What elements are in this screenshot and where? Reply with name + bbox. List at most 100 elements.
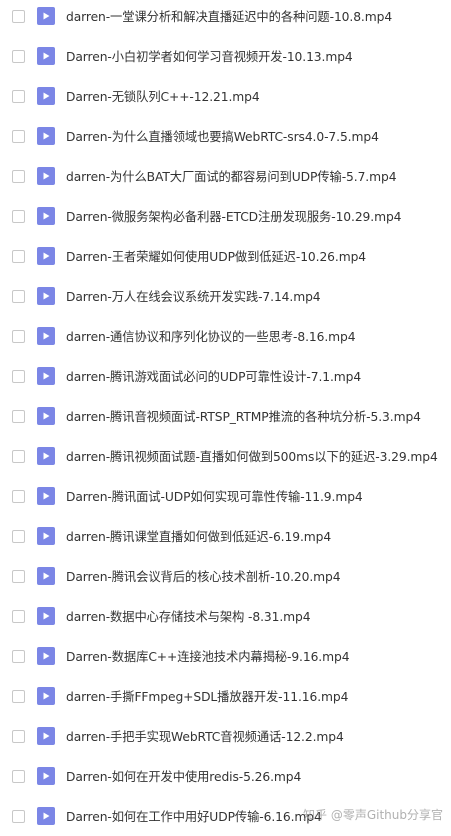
row-checkbox[interactable] <box>12 529 25 543</box>
file-row-4[interactable]: Darren-为什么直播领域也要搞WebRTC-srs4.0-7.5.mp4 <box>0 116 451 156</box>
file-name[interactable]: darren-腾讯视频面试题-直播如何做到500ms以下的延迟-3.29.mp4 <box>66 447 447 465</box>
play-triangle-icon <box>43 532 50 540</box>
play-triangle-icon <box>43 412 50 420</box>
video-file-icon <box>37 727 55 745</box>
file-name[interactable]: Darren-微服务架构必备利器-ETCD注册发现服务-10.29.mp4 <box>66 207 447 225</box>
file-name[interactable]: Darren-小白初学者如何学习音视频开发-10.13.mp4 <box>66 47 447 65</box>
row-checkbox[interactable] <box>12 569 25 583</box>
video-file-icon <box>37 807 55 825</box>
video-file-icon <box>37 127 55 145</box>
play-triangle-icon <box>43 172 50 180</box>
file-name[interactable]: Darren-王者荣耀如何使用UDP做到低延迟-10.26.mp4 <box>66 247 447 265</box>
file-name[interactable]: Darren-万人在线会议系统开发实践-7.14.mp4 <box>66 287 447 305</box>
file-name[interactable]: Darren-数据库C++连接池技术内幕揭秘-9.16.mp4 <box>66 647 447 665</box>
video-file-icon <box>37 447 55 465</box>
file-row-5[interactable]: darren-为什么BAT大厂面试的都容易问到UDP传输-5.7.mp4 <box>0 156 451 196</box>
file-row-12[interactable]: darren-腾讯视频面试题-直播如何做到500ms以下的延迟-3.29.mp4 <box>0 436 451 476</box>
file-name[interactable]: darren-数据中心存储技术与架构 -8.31.mp4 <box>66 607 447 625</box>
play-triangle-icon <box>43 732 50 740</box>
video-file-icon <box>37 687 55 705</box>
file-name[interactable]: darren-手撕FFmpeg+SDL播放器开发-11.16.mp4 <box>66 687 447 705</box>
row-checkbox[interactable] <box>12 369 25 383</box>
row-checkbox[interactable] <box>12 49 25 63</box>
file-name[interactable]: darren-手把手实现WebRTC音视频通话-12.2.mp4 <box>66 727 447 745</box>
video-file-icon <box>37 87 55 105</box>
file-row-2[interactable]: Darren-小白初学者如何学习音视频开发-10.13.mp4 <box>0 36 451 76</box>
row-checkbox[interactable] <box>12 609 25 623</box>
file-row-15[interactable]: Darren-腾讯会议背后的核心技术剖析-10.20.mp4 <box>0 556 451 596</box>
file-list: darren-一堂课分析和解决直播延迟中的各种问题-10.8.mp4 Darre… <box>0 0 451 836</box>
play-triangle-icon <box>43 292 50 300</box>
row-checkbox[interactable] <box>12 689 25 703</box>
video-file-icon <box>37 607 55 625</box>
video-file-icon <box>37 767 55 785</box>
play-triangle-icon <box>43 772 50 780</box>
file-name[interactable]: Darren-腾讯会议背后的核心技术剖析-10.20.mp4 <box>66 567 447 585</box>
play-triangle-icon <box>43 252 50 260</box>
play-triangle-icon <box>43 212 50 220</box>
file-row-17[interactable]: Darren-数据库C++连接池技术内幕揭秘-9.16.mp4 <box>0 636 451 676</box>
file-row-1[interactable]: darren-一堂课分析和解决直播延迟中的各种问题-10.8.mp4 <box>0 0 451 36</box>
file-row-14[interactable]: darren-腾讯课堂直播如何做到低延迟-6.19.mp4 <box>0 516 451 556</box>
video-file-icon <box>37 367 55 385</box>
watermark: 知乎 @零声Github分享官 <box>303 806 443 823</box>
row-checkbox[interactable] <box>12 329 25 343</box>
row-checkbox[interactable] <box>12 809 25 823</box>
play-triangle-icon <box>43 92 50 100</box>
play-triangle-icon <box>43 692 50 700</box>
file-row-11[interactable]: darren-腾讯音视频面试-RTSP_RTMP推流的各种坑分析-5.3.mp4 <box>0 396 451 436</box>
row-checkbox[interactable] <box>12 729 25 743</box>
file-name[interactable]: Darren-如何在开发中使用redis-5.26.mp4 <box>66 767 447 785</box>
row-checkbox[interactable] <box>12 129 25 143</box>
file-row-8[interactable]: Darren-万人在线会议系统开发实践-7.14.mp4 <box>0 276 451 316</box>
play-triangle-icon <box>43 332 50 340</box>
video-file-icon <box>37 567 55 585</box>
file-row-6[interactable]: Darren-微服务架构必备利器-ETCD注册发现服务-10.29.mp4 <box>0 196 451 236</box>
row-checkbox[interactable] <box>12 289 25 303</box>
video-file-icon <box>37 7 55 25</box>
video-file-icon <box>37 287 55 305</box>
file-row-19[interactable]: darren-手把手实现WebRTC音视频通话-12.2.mp4 <box>0 716 451 756</box>
play-triangle-icon <box>43 812 50 820</box>
row-checkbox[interactable] <box>12 649 25 663</box>
file-name[interactable]: darren-为什么BAT大厂面试的都容易问到UDP传输-5.7.mp4 <box>66 167 447 185</box>
file-name[interactable]: darren-腾讯课堂直播如何做到低延迟-6.19.mp4 <box>66 527 447 545</box>
file-row-10[interactable]: darren-腾讯游戏面试必问的UDP可靠性设计-7.1.mp4 <box>0 356 451 396</box>
row-checkbox[interactable] <box>12 489 25 503</box>
play-triangle-icon <box>43 652 50 660</box>
file-row-3[interactable]: Darren-无锁队列C++-12.21.mp4 <box>0 76 451 116</box>
video-file-icon <box>37 527 55 545</box>
file-name[interactable]: Darren-无锁队列C++-12.21.mp4 <box>66 87 447 105</box>
file-name[interactable]: darren-一堂课分析和解决直播延迟中的各种问题-10.8.mp4 <box>66 7 447 25</box>
video-file-icon <box>37 487 55 505</box>
file-row-7[interactable]: Darren-王者荣耀如何使用UDP做到低延迟-10.26.mp4 <box>0 236 451 276</box>
row-checkbox[interactable] <box>12 89 25 103</box>
play-triangle-icon <box>43 132 50 140</box>
video-file-icon <box>37 647 55 665</box>
row-checkbox[interactable] <box>12 449 25 463</box>
play-triangle-icon <box>43 492 50 500</box>
video-file-icon <box>37 247 55 265</box>
file-name[interactable]: Darren-为什么直播领域也要搞WebRTC-srs4.0-7.5.mp4 <box>66 127 447 145</box>
row-checkbox[interactable] <box>12 9 25 23</box>
play-triangle-icon <box>43 452 50 460</box>
file-name[interactable]: darren-通信协议和序列化协议的一些思考-8.16.mp4 <box>66 327 447 345</box>
play-triangle-icon <box>43 612 50 620</box>
play-triangle-icon <box>43 52 50 60</box>
file-row-16[interactable]: darren-数据中心存储技术与架构 -8.31.mp4 <box>0 596 451 636</box>
play-triangle-icon <box>43 12 50 20</box>
row-checkbox[interactable] <box>12 769 25 783</box>
file-row-9[interactable]: darren-通信协议和序列化协议的一些思考-8.16.mp4 <box>0 316 451 356</box>
row-checkbox[interactable] <box>12 209 25 223</box>
row-checkbox[interactable] <box>12 249 25 263</box>
row-checkbox[interactable] <box>12 169 25 183</box>
file-row-18[interactable]: darren-手撕FFmpeg+SDL播放器开发-11.16.mp4 <box>0 676 451 716</box>
play-triangle-icon <box>43 372 50 380</box>
file-name[interactable]: Darren-腾讯面试-UDP如何实现可靠性传输-11.9.mp4 <box>66 487 447 505</box>
file-row-20[interactable]: Darren-如何在开发中使用redis-5.26.mp4 <box>0 756 451 796</box>
file-name[interactable]: darren-腾讯音视频面试-RTSP_RTMP推流的各种坑分析-5.3.mp4 <box>66 407 447 425</box>
file-row-13[interactable]: Darren-腾讯面试-UDP如何实现可靠性传输-11.9.mp4 <box>0 476 451 516</box>
play-triangle-icon <box>43 572 50 580</box>
file-name[interactable]: darren-腾讯游戏面试必问的UDP可靠性设计-7.1.mp4 <box>66 367 447 385</box>
row-checkbox[interactable] <box>12 409 25 423</box>
